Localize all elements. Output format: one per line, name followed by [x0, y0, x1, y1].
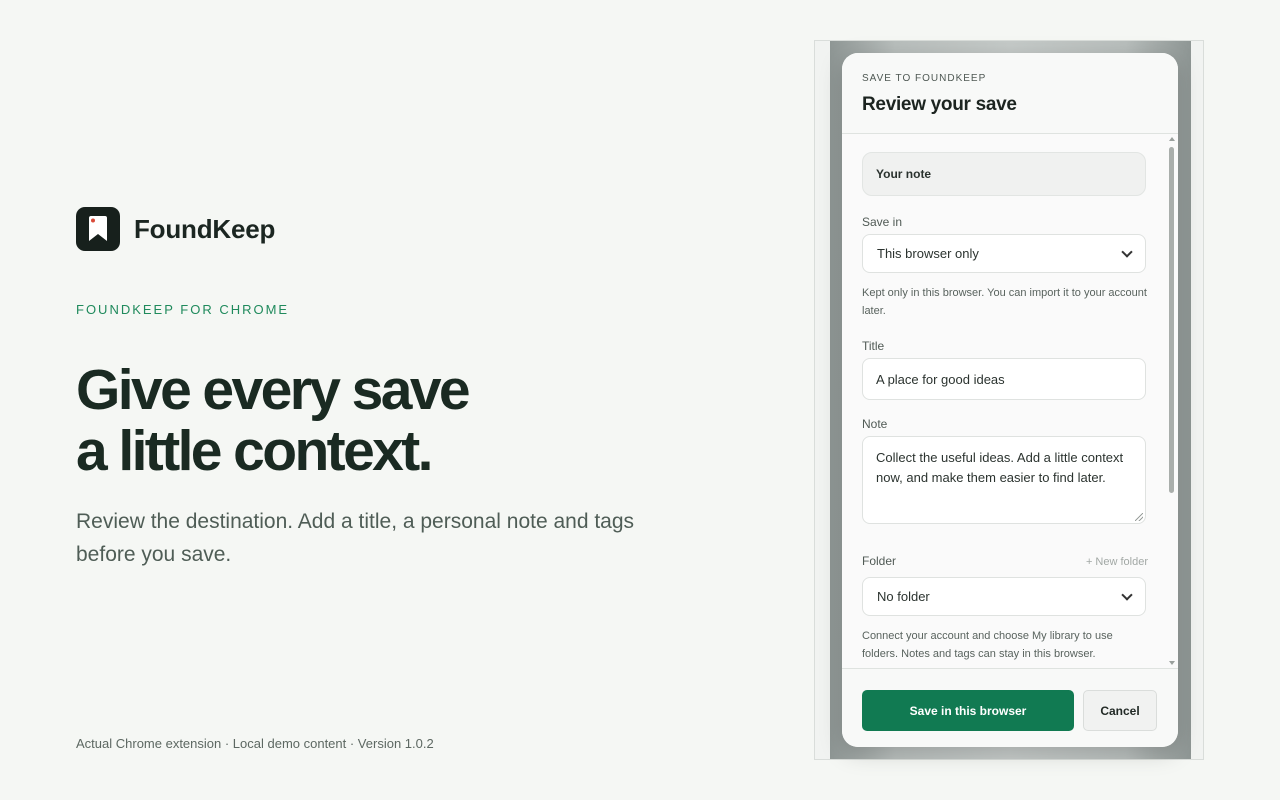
- cancel-button[interactable]: Cancel: [1083, 690, 1157, 731]
- hero-eyebrow: FOUNDKEEP FOR CHROME: [76, 302, 290, 317]
- brand: FoundKeep: [76, 207, 275, 251]
- popup-eyebrow: SAVE TO FOUNDKEEP: [862, 73, 987, 84]
- popup-scrollbar[interactable]: [1168, 137, 1175, 665]
- extension-popup: SAVE TO FOUNDKEEP Review your save Your …: [842, 53, 1178, 747]
- popup-title: Review your save: [862, 94, 1017, 115]
- extension-preview-frame: SAVE TO FOUNDKEEP Review your save Your …: [814, 40, 1204, 760]
- save-in-label: Save in: [862, 215, 903, 229]
- new-folder-link[interactable]: + New folder: [1086, 556, 1148, 568]
- your-note-chip[interactable]: Your note: [862, 152, 1146, 196]
- save-in-value: This browser only: [877, 246, 979, 261]
- headline-line-2: a little context.: [76, 419, 433, 483]
- save-in-browser-button[interactable]: Save in this browser: [862, 690, 1074, 731]
- popup-body: Your note Save in This browser only Kept…: [842, 134, 1178, 668]
- chevron-down-icon: [1121, 588, 1133, 601]
- headline-line-1: Give every save: [76, 358, 471, 422]
- popup-header: SAVE TO FOUNDKEEP Review your save: [842, 53, 1178, 134]
- title-input[interactable]: A place for good ideas: [862, 358, 1146, 400]
- folder-label-row: Folder + New folder: [862, 554, 1148, 573]
- save-in-select[interactable]: This browser only: [862, 234, 1146, 273]
- note-textarea[interactable]: Collect the useful ideas. Add a little c…: [862, 436, 1146, 524]
- save-in-hint: Kept only in this browser. You can impor…: [862, 287, 1147, 317]
- folder-value: No folder: [877, 589, 930, 604]
- folder-select[interactable]: No folder: [862, 577, 1146, 616]
- hero-subline: Review the destination. Add a title, a p…: [76, 510, 635, 566]
- folder-hint: Connect your account and choose My libra…: [862, 630, 1113, 660]
- resize-handle[interactable]: [1135, 513, 1143, 521]
- scrollbar-thumb[interactable]: [1169, 147, 1174, 493]
- title-label: Title: [862, 339, 885, 353]
- bookmark-icon: [76, 207, 120, 251]
- title-input-value: A place for good ideas: [876, 371, 1005, 387]
- popup-footer: Save in this browser Cancel: [842, 668, 1178, 747]
- note-textarea-value: Collect the useful ideas. Add a little c…: [876, 450, 1124, 485]
- hero-headline: Give every save a little context.: [76, 360, 636, 482]
- scroll-up-arrow-icon[interactable]: [1169, 137, 1175, 141]
- chevron-down-icon: [1121, 245, 1133, 258]
- note-label: Note: [862, 417, 888, 431]
- folder-label: Folder: [862, 554, 897, 568]
- scroll-down-arrow-icon[interactable]: [1169, 661, 1175, 665]
- brand-name: FoundKeep: [134, 213, 276, 244]
- footer-note: Actual Chrome extension · Local demo con…: [76, 736, 434, 751]
